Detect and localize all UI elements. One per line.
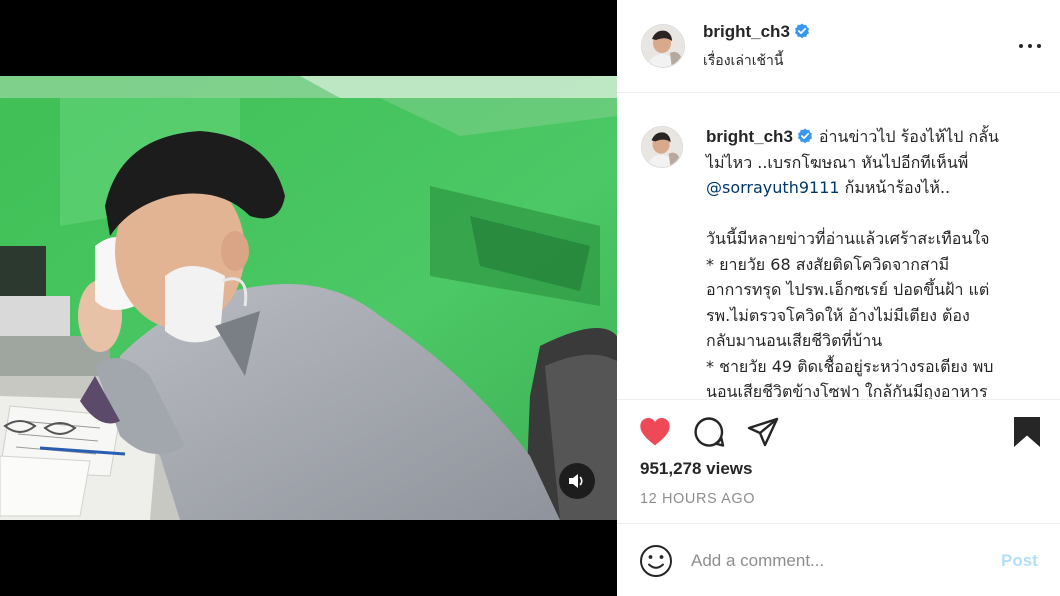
smiley-icon — [640, 545, 672, 577]
view-count[interactable]: 951,278 views — [640, 459, 752, 479]
video-player[interactable] — [0, 76, 617, 520]
avatar-image — [642, 25, 684, 67]
caption-line: กลับมานอนเสียชีวิตที่บ้าน — [706, 331, 883, 350]
post-media[interactable] — [0, 0, 617, 596]
paper-plane-icon — [747, 417, 779, 447]
like-button[interactable] — [639, 416, 671, 448]
caption-line: รพ.ไม่ตรวจโควิดให้ อ้างไม่มีเตียง ต้อง — [706, 305, 970, 325]
post-sidebar: bright_ch3 เรื่องเล่าเช้านี้ bright_ch3 — [617, 0, 1060, 596]
caption-line — [706, 201, 1036, 227]
caption-line: ไม่ไหว ..เบรกโฆษณา หันไปอีกทีเห็นพี่ — [706, 152, 969, 172]
caption-text-segment: ก้มหน้าร้องไห้.. — [844, 178, 951, 197]
caption-section[interactable]: bright_ch3 อ่านข่าวไป ร้องไห้ไป กลั้น ไม… — [617, 94, 1060, 400]
caption-line: * ยายวัย 68 สงสัยติดโควิดจากสามี — [706, 254, 950, 274]
caption-line: วันนี้มีหลายข่าวที่อ่านแล้วเศร้าสะเทือนใ… — [706, 229, 990, 248]
emoji-button[interactable] — [639, 544, 673, 578]
caption-line: bright_ch3 อ่านข่าวไป ร้องไห้ไป กลั้น — [706, 124, 1036, 150]
caption-text-segment: อ่านข่าวไป ร้องไห้ไป กลั้น — [818, 127, 999, 146]
verified-badge-icon — [797, 128, 812, 144]
author-username[interactable]: bright_ch3 — [703, 22, 810, 42]
verified-badge-icon — [794, 23, 809, 39]
author-username-text: bright_ch3 — [703, 22, 790, 41]
more-options-button[interactable] — [1019, 36, 1041, 56]
author-avatar[interactable] — [641, 24, 685, 68]
bookmark-filled-icon — [1014, 417, 1040, 447]
caption-text: bright_ch3 อ่านข่าวไป ร้องไห้ไป กลั้น ไม… — [706, 124, 1036, 400]
comment-bubble-icon — [694, 417, 725, 447]
mention-link[interactable]: @sorrayuth9111 — [706, 178, 840, 197]
caption-line: อาการทรุด ไปรพ.เอ็กซเรย์ ปอดขึ้นฝ้า แต่ — [706, 280, 990, 299]
post-comment-button[interactable]: Post — [1001, 551, 1038, 571]
caption-author-avatar[interactable] — [641, 126, 683, 168]
comment-input[interactable] — [691, 545, 981, 577]
caption-line: @sorrayuth9111 ก้มหน้าร้องไห้.. — [706, 175, 1036, 201]
heart-filled-icon — [640, 418, 670, 446]
avatar-image — [642, 127, 682, 167]
comment-button[interactable] — [693, 416, 725, 448]
more-horizontal-icon — [1019, 44, 1041, 48]
mute-button[interactable] — [559, 463, 595, 499]
comment-bar: Post — [617, 525, 1060, 596]
save-button[interactable] — [1011, 416, 1043, 448]
post-timestamp[interactable]: 12 HOURS AGO — [640, 491, 755, 507]
speaker-icon — [569, 474, 583, 488]
caption-line: * ชายวัย 49 ติดเชื้ออยู่ระหว่างรอเตียง พ… — [706, 356, 994, 376]
post-location[interactable]: เรื่องเล่าเช้านี้ — [703, 50, 784, 72]
caption-username[interactable]: bright_ch3 — [706, 127, 793, 146]
post-header: bright_ch3 เรื่องเล่าเช้านี้ — [617, 0, 1060, 93]
share-button[interactable] — [747, 416, 779, 448]
post-actions: 951,278 views 12 HOURS AGO — [617, 400, 1060, 524]
video-frame-image — [0, 76, 617, 520]
caption-line: นอนเสียชีวิตข้างโซฟา ใกล้กันมีถุงอาหาร — [706, 382, 988, 400]
